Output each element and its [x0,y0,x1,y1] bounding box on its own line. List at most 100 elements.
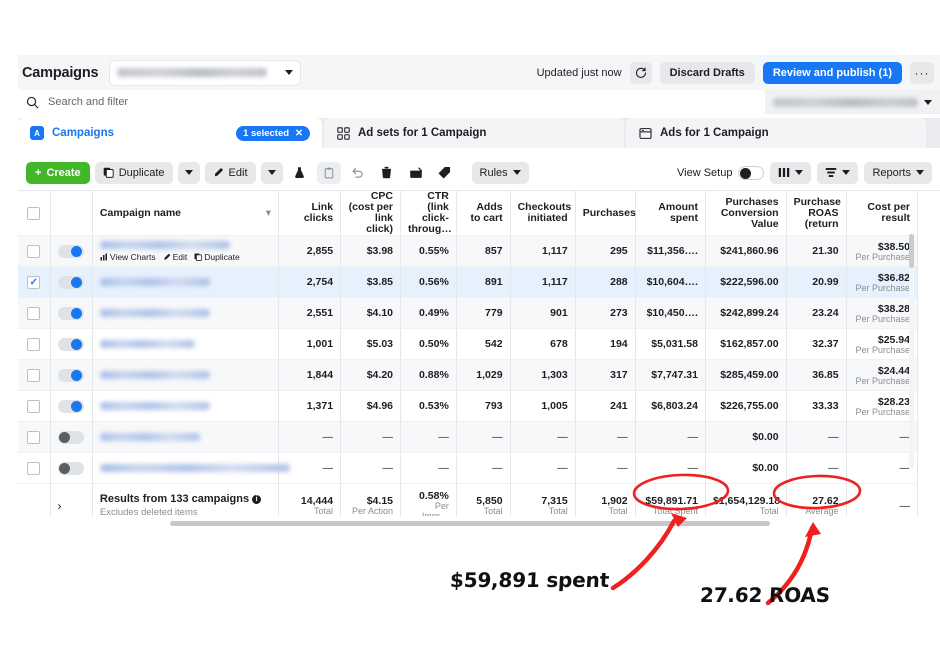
campaign-status-toggle[interactable] [58,337,85,351]
table-row[interactable]: — — — — — — — $0.00— — [18,452,919,484]
select-all-header[interactable] [18,191,51,236]
row-select-cell[interactable] [18,235,51,267]
table-row[interactable]: 1,001 $5.03 0.50% 542 678 194 $5,031.58 $162,85… [18,328,919,360]
campaign-name-cell[interactable] [92,266,280,298]
more-options-button[interactable]: ··· [910,61,934,84]
column-header-campaign-name[interactable]: Campaign name ▾ [92,191,280,236]
campaign-status-toggle[interactable] [58,244,85,258]
campaign-name-cell[interactable] [92,421,280,453]
campaign-status-toggle[interactable] [58,275,85,289]
sort-caret-icon[interactable]: ▾ [266,207,271,219]
table-row[interactable]: ✓ 2,754 $3.85 0.56% 891 1,117 288 $10,604…. $222… [18,266,919,298]
campaign-status-toggle[interactable] [58,461,85,475]
row-status-cell[interactable] [50,359,93,391]
column-header-checkouts-initiated[interactable]: Checkouts initiated [510,191,576,236]
campaign-name-cell[interactable] [92,297,280,329]
campaign-status-toggle[interactable] [58,306,85,320]
row-status-cell[interactable] [50,266,93,298]
row-select-cell[interactable] [18,421,51,453]
copy-button[interactable] [316,161,341,184]
refresh-button[interactable] [629,61,652,84]
undo-button[interactable] [346,162,370,184]
row-status-cell[interactable] [50,235,93,267]
select-all-checkbox[interactable] [27,206,41,220]
rules-button[interactable]: Rules [471,161,529,184]
date-range-selector[interactable] [765,90,940,114]
campaign-name-cell[interactable]: View Charts Edit Duplicate [92,235,280,267]
breakdown-button[interactable] [817,161,859,184]
ab-test-button[interactable] [288,162,312,184]
info-icon[interactable]: i [252,495,262,504]
row-select-cell[interactable] [18,297,51,329]
reports-button[interactable]: Reports [864,161,932,184]
row-checkbox[interactable] [27,337,41,351]
search-input[interactable]: Search and filter [48,96,128,108]
campaign-status-toggle[interactable] [58,399,85,413]
row-status-cell[interactable] [50,452,93,484]
create-button[interactable]: + Create [26,161,90,184]
chevron-right-icon[interactable]: › [58,499,62,513]
row-select-cell[interactable] [18,452,51,484]
table-row[interactable]: — — — — — — — $0.00— — [18,421,919,453]
edit-button[interactable]: Edit [204,161,256,184]
row-checkbox[interactable] [27,461,41,475]
duplicate-dropdown[interactable] [177,161,200,184]
row-checkbox[interactable] [27,244,41,258]
table-row[interactable]: View Charts Edit Duplicate 2,855 $3.98 0.55% 8… [18,235,919,267]
column-header-amount-spent[interactable]: Amount spent [635,191,706,236]
search-field-wrap[interactable]: Search and filter [18,96,765,109]
row-checkbox[interactable] [27,306,41,320]
columns-button[interactable] [770,161,812,184]
duplicate-button[interactable]: Duplicate [94,161,173,184]
row-status-cell[interactable] [50,297,93,329]
row-status-cell[interactable] [50,390,93,422]
campaign-status-toggle[interactable] [58,368,85,382]
campaign-name-cell[interactable] [92,328,280,360]
row-hover-actions[interactable]: View Charts Edit Duplicate [100,252,271,262]
table-row[interactable]: 1,844 $4.20 0.88% 1,029 1,303 317 $7,747.31 $28… [18,359,919,391]
view-setup-toggle[interactable] [738,165,765,180]
row-select-cell[interactable] [18,390,51,422]
row-select-cell[interactable] [18,359,51,391]
column-header-adds-to-cart[interactable]: Adds to cart [456,191,511,236]
row-checkbox[interactable] [27,399,41,413]
vertical-scrollbar-thumb[interactable] [909,234,914,268]
export-button[interactable] [404,162,428,184]
edit-action[interactable]: Edit [163,252,187,262]
campaign-status-toggle[interactable] [58,430,85,444]
edit-dropdown[interactable] [260,161,283,184]
tab-ads[interactable]: Ads for 1 Campaign [626,118,926,148]
discard-drafts-button[interactable]: Discard Drafts [659,61,755,84]
row-select-cell[interactable]: ✓ [18,266,51,298]
duplicate-action[interactable]: Duplicate [194,252,240,262]
row-checkbox[interactable] [27,430,41,444]
vertical-scrollbar-track[interactable] [909,234,914,469]
selection-badge[interactable]: 1 selected ✕ [236,125,310,141]
delete-button[interactable] [375,162,399,184]
row-checkbox[interactable] [27,368,41,382]
row-status-cell[interactable] [50,421,93,453]
column-header-cost-per-result[interactable]: Cost per result [846,191,919,236]
row-select-cell[interactable] [18,328,51,360]
totals-expand-cell[interactable]: › [50,483,93,516]
account-selector[interactable] [110,60,301,85]
table-row[interactable]: 2,551 $4.10 0.49% 779 901 273 $10,450…. $242,89… [18,297,919,329]
column-header-purchases[interactable]: Purchases [575,191,636,236]
campaign-name-cell[interactable] [92,452,290,484]
table-row[interactable]: 1,371 $4.96 0.53% 793 1,005 241 $6,803.24 $226,… [18,390,919,422]
row-status-cell[interactable] [50,328,93,360]
horizontal-scrollbar-thumb[interactable] [170,521,770,526]
close-icon[interactable]: ✕ [295,128,303,139]
column-header-ctr[interactable]: CTR (link click-throug… [400,191,457,236]
view-charts-action[interactable]: View Charts [100,252,156,262]
column-header-link-clicks[interactable]: Link clicks [278,191,342,236]
tab-campaigns[interactable]: A Campaigns 1 selected ✕ [18,118,322,148]
column-header-purchase-roas[interactable]: Purchase ROAS (return [786,191,847,236]
tag-button[interactable] [433,162,457,184]
row-checkbox[interactable]: ✓ [27,275,41,289]
tab-adsets[interactable]: Ad sets for 1 Campaign [324,118,624,148]
review-and-publish-button[interactable]: Review and publish (1) [762,61,902,84]
campaign-name-cell[interactable] [92,390,280,422]
campaign-name-cell[interactable] [92,359,280,391]
column-header-cpc[interactable]: CPC (cost per link click) [340,191,401,236]
